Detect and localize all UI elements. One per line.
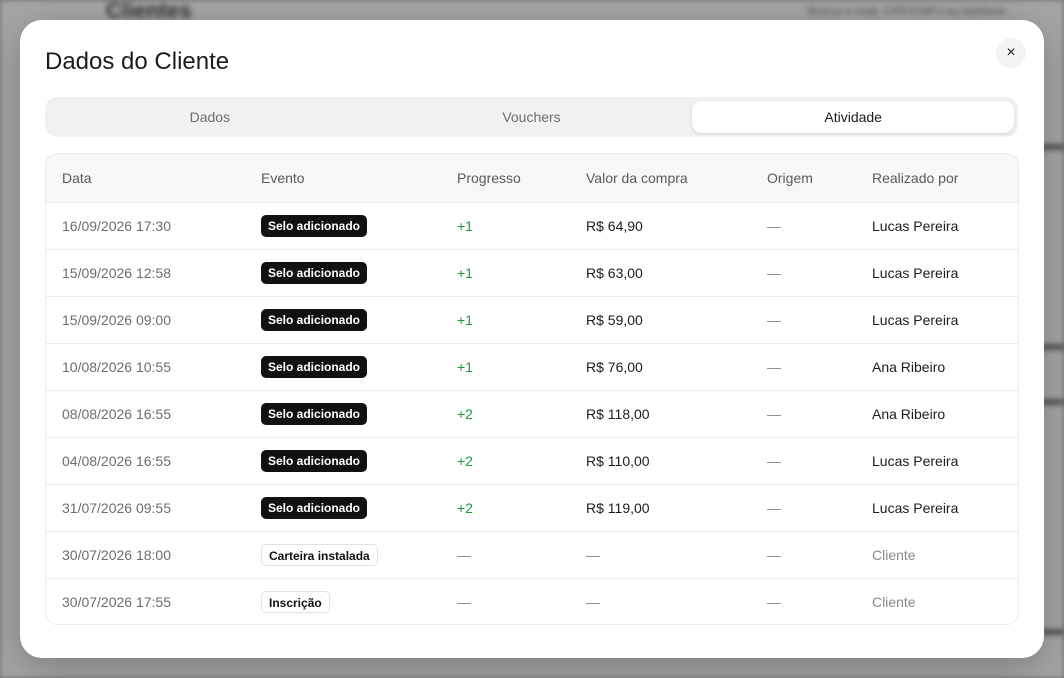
row-progress: +1 xyxy=(457,249,586,297)
row-purchase-value: — xyxy=(586,593,600,610)
table-row: 04/08/2026 16:55 Selo adicionado +2 R$ 1… xyxy=(46,437,1018,485)
row-purchase-value: R$ 118,00 xyxy=(586,390,767,438)
event-badge: Selo adicionado xyxy=(261,355,368,378)
row-date: 04/08/2026 16:55 xyxy=(46,437,261,485)
row-date: 15/09/2026 09:00 xyxy=(46,296,261,344)
column-header-evento[interactable]: Evento xyxy=(261,154,457,203)
table-row: 08/08/2026 16:55 Selo adicionado +2 R$ 1… xyxy=(46,390,1018,438)
row-progress: — xyxy=(457,593,471,610)
row-performed-by: Cliente xyxy=(872,593,916,610)
event-badge: Selo adicionado xyxy=(261,402,368,425)
tab-atividade[interactable]: Atividade xyxy=(692,101,1015,133)
row-origin: — xyxy=(767,531,872,579)
row-purchase-value: R$ 76,00 xyxy=(586,343,767,391)
tab-vouchers[interactable]: Vouchers xyxy=(371,101,693,133)
row-progress: +1 xyxy=(457,202,586,250)
row-purchase-value: R$ 59,00 xyxy=(586,296,767,344)
tab-bar: Dados Vouchers Atividade xyxy=(45,97,1018,137)
row-origin: — xyxy=(767,484,872,532)
row-progress: +2 xyxy=(457,484,586,532)
tab-dados[interactable]: Dados xyxy=(49,101,371,133)
row-performed-by: Ana Ribeiro xyxy=(872,343,1018,391)
event-badge: Selo adicionado xyxy=(261,308,368,331)
row-purchase-value: R$ 64,90 xyxy=(586,202,767,250)
row-progress: +2 xyxy=(457,390,586,438)
row-progress: +2 xyxy=(457,437,586,485)
event-badge: Carteira instalada xyxy=(261,543,378,566)
row-performed-by: Lucas Pereira xyxy=(872,249,1018,297)
row-performed-by: Lucas Pereira xyxy=(872,484,1018,532)
event-badge: Selo adicionado xyxy=(261,214,368,237)
event-badge: Inscrição xyxy=(261,590,330,613)
row-progress: +1 xyxy=(457,296,586,344)
row-date: 15/09/2026 12:58 xyxy=(46,249,261,297)
table-row: 10/08/2026 10:55 Selo adicionado +1 R$ 7… xyxy=(46,343,1018,391)
row-date: 30/07/2026 17:55 xyxy=(62,593,171,610)
row-date: 16/09/2026 17:30 xyxy=(46,202,261,250)
row-purchase-value: — xyxy=(586,531,767,579)
event-badge: Selo adicionado xyxy=(261,261,368,284)
column-header-valor[interactable]: Valor da compra xyxy=(586,154,767,203)
close-icon: × xyxy=(1006,44,1016,61)
activity-table: Data Evento Progresso Valor da compra Or… xyxy=(45,153,1019,625)
row-performed-by: Lucas Pereira xyxy=(872,296,1018,344)
row-origin: — xyxy=(767,296,872,344)
row-purchase-value: R$ 63,00 xyxy=(586,249,767,297)
row-origin: — xyxy=(767,593,781,610)
row-origin: — xyxy=(767,249,872,297)
table-row: 30/07/2026 18:00 Carteira instalada — — … xyxy=(46,531,1018,579)
row-purchase-value: R$ 119,00 xyxy=(586,484,767,532)
row-date: 31/07/2026 09:55 xyxy=(46,484,261,532)
row-origin: — xyxy=(767,202,872,250)
row-date: 10/08/2026 10:55 xyxy=(46,343,261,391)
table-row: 30/07/2026 17:55 Inscrição — — — Cliente xyxy=(46,578,1018,624)
row-performed-by: Ana Ribeiro xyxy=(872,390,1018,438)
modal-title: Dados do Cliente xyxy=(45,48,230,75)
row-origin: — xyxy=(767,390,872,438)
event-badge: Selo adicionado xyxy=(261,496,368,519)
column-header-realizado-por[interactable]: Realizado por xyxy=(872,154,1018,203)
row-purchase-value: R$ 110,00 xyxy=(586,437,767,485)
table-row: 15/09/2026 12:58 Selo adicionado +1 R$ 6… xyxy=(46,249,1018,297)
row-performed-by: Lucas Pereira xyxy=(872,437,1018,485)
row-progress: — xyxy=(457,531,586,579)
row-performed-by: Cliente xyxy=(872,531,1018,579)
row-date: 08/08/2026 16:55 xyxy=(46,390,261,438)
client-details-modal: Dados do Cliente × Dados Vouchers Ativid… xyxy=(20,20,1044,658)
table-header-row: Data Evento Progresso Valor da compra Or… xyxy=(46,154,1018,203)
table-row: 31/07/2026 09:55 Selo adicionado +2 R$ 1… xyxy=(46,484,1018,532)
column-header-origem[interactable]: Origem xyxy=(767,154,872,203)
row-origin: — xyxy=(767,437,872,485)
row-performed-by: Lucas Pereira xyxy=(872,202,1018,250)
table-row: 15/09/2026 09:00 Selo adicionado +1 R$ 5… xyxy=(46,296,1018,344)
close-button[interactable]: × xyxy=(996,38,1026,68)
column-header-progresso[interactable]: Progresso xyxy=(457,154,586,203)
row-origin: — xyxy=(767,343,872,391)
event-badge: Selo adicionado xyxy=(261,449,368,472)
row-progress: +1 xyxy=(457,343,586,391)
row-date: 30/07/2026 18:00 xyxy=(46,531,261,579)
column-header-data[interactable]: Data xyxy=(46,154,261,203)
table-row: 16/09/2026 17:30 Selo adicionado +1 R$ 6… xyxy=(46,202,1018,250)
